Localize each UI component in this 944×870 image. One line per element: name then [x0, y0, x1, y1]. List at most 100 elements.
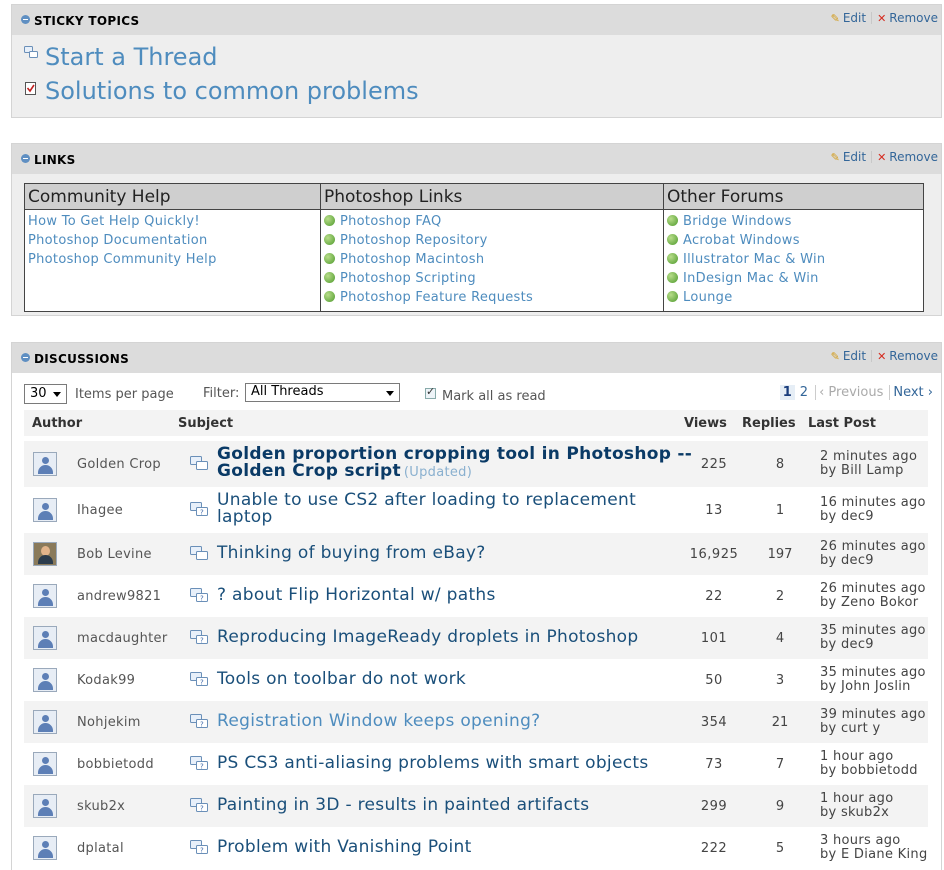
thread-link[interactable]: Registration Window keeps opening?: [217, 713, 697, 730]
svg-text:?: ?: [200, 679, 204, 687]
globe-icon: [667, 291, 678, 302]
globe-icon: [667, 253, 678, 264]
link-item[interactable]: Photoshop Macintosh: [324, 250, 660, 269]
avatar[interactable]: [33, 498, 57, 522]
remove-link[interactable]: Remove: [889, 11, 938, 25]
author-link[interactable]: Ihagee: [77, 503, 123, 518]
col-last-post[interactable]: Last Post: [808, 416, 876, 431]
collapse-icon[interactable]: [21, 15, 30, 24]
thread-link[interactable]: Painting in 3D - results in painted arti…: [217, 797, 697, 814]
avatar[interactable]: [33, 836, 57, 860]
col-views[interactable]: Views: [684, 416, 727, 431]
link-item[interactable]: Photoshop Community Help: [28, 250, 317, 269]
views-count: 73: [705, 757, 723, 772]
discussion-icon: [190, 546, 208, 560]
globe-icon: [324, 215, 335, 226]
link-item[interactable]: InDesign Mac & Win: [667, 269, 920, 288]
links-panel: LINKS ✎ Edit ✕ Remove Community Help Photos…: [11, 143, 942, 316]
thread-link[interactable]: Golden proportion cropping tool in Photo…: [217, 446, 697, 481]
links-header: LINKS ✎ Edit ✕ Remove: [12, 144, 941, 174]
avatar[interactable]: [33, 584, 57, 608]
discussions-header: DISCUSSIONS ✎ Edit ✕ Remove: [12, 343, 941, 373]
items-per-page-select[interactable]: 30: [24, 384, 67, 404]
pencil-icon: ✎: [830, 12, 840, 25]
page-link[interactable]: 2: [800, 385, 808, 400]
links-column-community-help: How To Get Help Quickly! Photoshop Docum…: [24, 209, 321, 312]
views-count: 13: [705, 503, 723, 518]
thread-link[interactable]: Thinking of buying from eBay?: [217, 545, 697, 562]
table-row: Bob Levine Thinking of buying from eBay?…: [24, 533, 928, 575]
author-link[interactable]: bobbietodd: [77, 757, 154, 772]
link-item[interactable]: Lounge: [667, 288, 920, 307]
thread-link[interactable]: Reproducing ImageReady droplets in Photo…: [217, 629, 697, 646]
globe-icon: [324, 234, 335, 245]
col-replies[interactable]: Replies: [742, 416, 796, 431]
mark-read-label[interactable]: Mark all as read: [442, 389, 546, 404]
col-author[interactable]: Author: [32, 416, 82, 431]
author-link[interactable]: dplatal: [77, 841, 124, 856]
link-item[interactable]: How To Get Help Quickly!: [28, 212, 317, 231]
link-item[interactable]: Bridge Windows: [667, 212, 920, 231]
link-item[interactable]: Photoshop Documentation: [28, 231, 317, 250]
avatar[interactable]: [33, 542, 57, 566]
views-count: 50: [705, 673, 723, 688]
svg-text:?: ?: [200, 595, 204, 603]
globe-icon: [324, 253, 335, 264]
updated-badge: (Updated): [403, 465, 473, 480]
link-item[interactable]: Photoshop FAQ: [324, 212, 660, 231]
column-header: Other Forums: [663, 183, 924, 210]
link-item[interactable]: Photoshop Feature Requests: [324, 288, 660, 307]
thread-link[interactable]: Unable to use CS2 after loading to repla…: [217, 492, 697, 526]
checklist-icon: [25, 82, 36, 95]
mark-read-checkbox[interactable]: [425, 385, 436, 399]
links-column-photoshop-links: Photoshop FAQ Photoshop Repository Photo…: [320, 209, 664, 312]
author-link[interactable]: Kodak99: [77, 673, 135, 688]
globe-icon: [324, 291, 335, 302]
link-item[interactable]: Acrobat Windows: [667, 231, 920, 250]
close-icon: ✕: [877, 350, 887, 363]
collapse-icon[interactable]: [21, 353, 30, 362]
remove-link[interactable]: Remove: [889, 349, 938, 363]
discussions-toolbar: 30 Items per page Filter: All Threads Ma…: [24, 382, 941, 408]
thread-link[interactable]: Problem with Vanishing Point: [217, 839, 697, 856]
author-link[interactable]: andrew9821: [77, 589, 161, 604]
sticky-link-solutions[interactable]: Solutions to common problems: [45, 77, 419, 105]
avatar[interactable]: [33, 794, 57, 818]
col-subject[interactable]: Subject: [178, 416, 233, 431]
svg-text:?: ?: [200, 637, 204, 645]
edit-link[interactable]: Edit: [843, 150, 866, 164]
previous-button: ‹ Previous: [815, 385, 884, 400]
discussions-panel: DISCUSSIONS ✎ Edit ✕ Remove 30 Items per pa…: [11, 342, 942, 870]
avatar[interactable]: [33, 626, 57, 650]
replies-count: 5: [775, 841, 785, 856]
link-item[interactable]: Illustrator Mac & Win: [667, 250, 920, 269]
next-button[interactable]: Next ›: [889, 385, 933, 400]
thread-link[interactable]: Tools on toolbar do not work: [217, 671, 697, 688]
views-count: 101: [700, 631, 728, 646]
replies-count: 8: [775, 457, 785, 472]
collapse-icon[interactable]: [21, 154, 30, 163]
author-link[interactable]: skub2x: [77, 799, 125, 814]
question-discussion-icon: ?: [190, 714, 208, 729]
avatar[interactable]: [33, 710, 57, 734]
edit-link[interactable]: Edit: [843, 11, 866, 25]
thread-link[interactable]: ? about Flip Horizontal w/ paths: [217, 587, 697, 604]
table-row: macdaughter ? Reproducing ImageReady dro…: [24, 617, 928, 659]
svg-text:?: ?: [200, 763, 204, 771]
link-item[interactable]: Photoshop Scripting: [324, 269, 660, 288]
table-row: Nohjekim ? Registration Window keeps ope…: [24, 701, 928, 743]
avatar[interactable]: [33, 752, 57, 776]
avatar[interactable]: [33, 668, 57, 692]
author-link[interactable]: macdaughter: [77, 631, 167, 646]
thread-link[interactable]: PS CS3 anti-aliasing problems with smart…: [217, 755, 697, 772]
filter-select[interactable]: All Threads: [245, 383, 400, 402]
author-link[interactable]: Golden Crop: [77, 457, 161, 472]
avatar[interactable]: [33, 452, 57, 476]
link-item[interactable]: Photoshop Repository: [324, 231, 660, 250]
svg-text:?: ?: [200, 509, 204, 517]
author-link[interactable]: Nohjekim: [77, 715, 141, 730]
sticky-link-start-thread[interactable]: Start a Thread: [45, 43, 218, 71]
edit-link[interactable]: Edit: [843, 349, 866, 363]
author-link[interactable]: Bob Levine: [77, 547, 152, 562]
remove-link[interactable]: Remove: [889, 150, 938, 164]
